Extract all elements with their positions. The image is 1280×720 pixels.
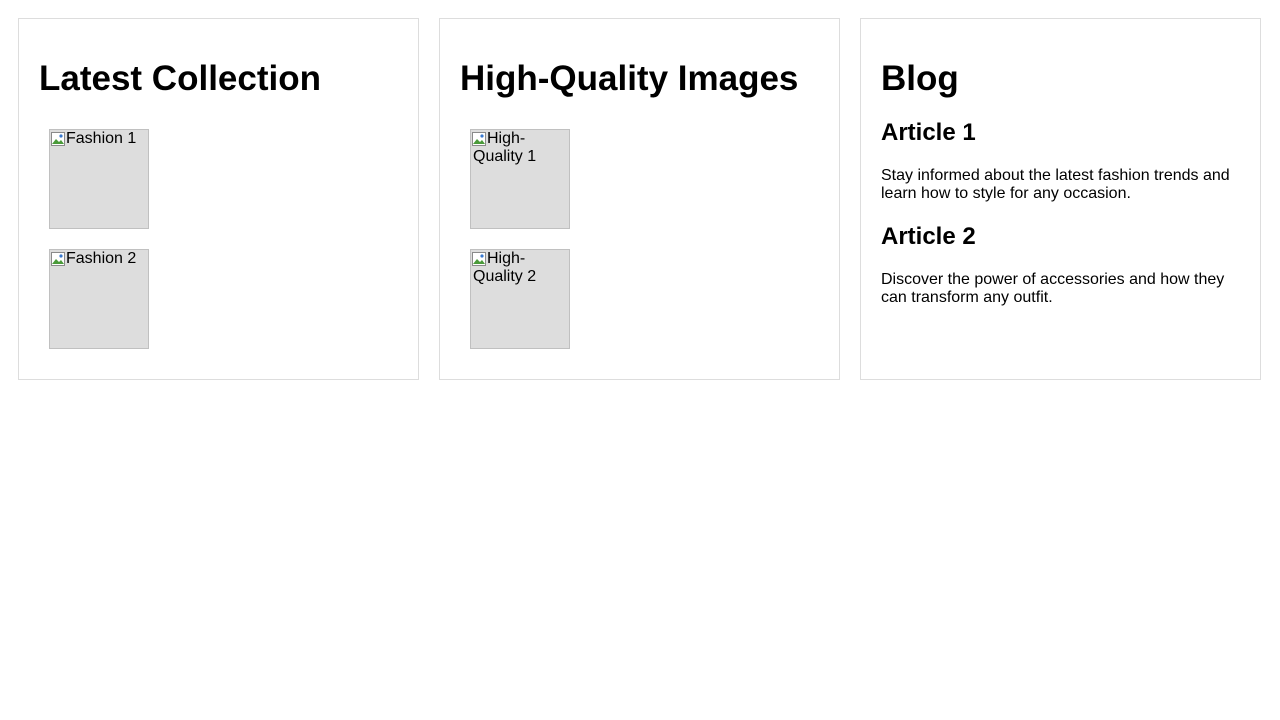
high-quality-gallery: High-Quality 1 High-Quality 2 [470, 129, 819, 349]
fashion-image-2: Fashion 2 [49, 249, 149, 349]
fashion-image-2-alt: Fashion 2 [66, 250, 137, 267]
blog-article: Article 2 Discover the power of accessor… [881, 223, 1240, 307]
content-columns: Latest Collection Fashion 1 Fashion 2 Hi… [18, 18, 1261, 380]
high-quality-image-2: High-Quality 2 [470, 249, 570, 349]
blog-section: Blog Article 1 Stay informed about the l… [860, 18, 1261, 380]
article-text: Discover the power of accessories and ho… [881, 271, 1225, 306]
high-quality-images-section: High-Quality Images High-Quality 1 High-… [439, 18, 840, 380]
blog-article: Article 1 Stay informed about the latest… [881, 119, 1240, 203]
blog-articles: Article 1 Stay informed about the latest… [881, 119, 1240, 307]
high-quality-images-title: High-Quality Images [460, 59, 799, 98]
latest-collection-section: Latest Collection Fashion 1 Fashion 2 [18, 18, 419, 380]
fashion-image-1-alt: Fashion 1 [66, 130, 137, 147]
blog-title: Blog [881, 59, 959, 98]
article-title: Article 2 [881, 223, 976, 250]
article-title: Article 1 [881, 119, 976, 146]
fashion-image-1: Fashion 1 [49, 129, 149, 229]
high-quality-image-1: High-Quality 1 [470, 129, 570, 229]
high-quality-image-1-alt: High-Quality 1 [473, 130, 537, 165]
high-quality-image-2-alt: High-Quality 2 [473, 250, 537, 285]
latest-collection-title: Latest Collection [39, 59, 321, 98]
latest-collection-gallery: Fashion 1 Fashion 2 [49, 129, 398, 349]
article-text: Stay informed about the latest fashion t… [881, 167, 1230, 202]
